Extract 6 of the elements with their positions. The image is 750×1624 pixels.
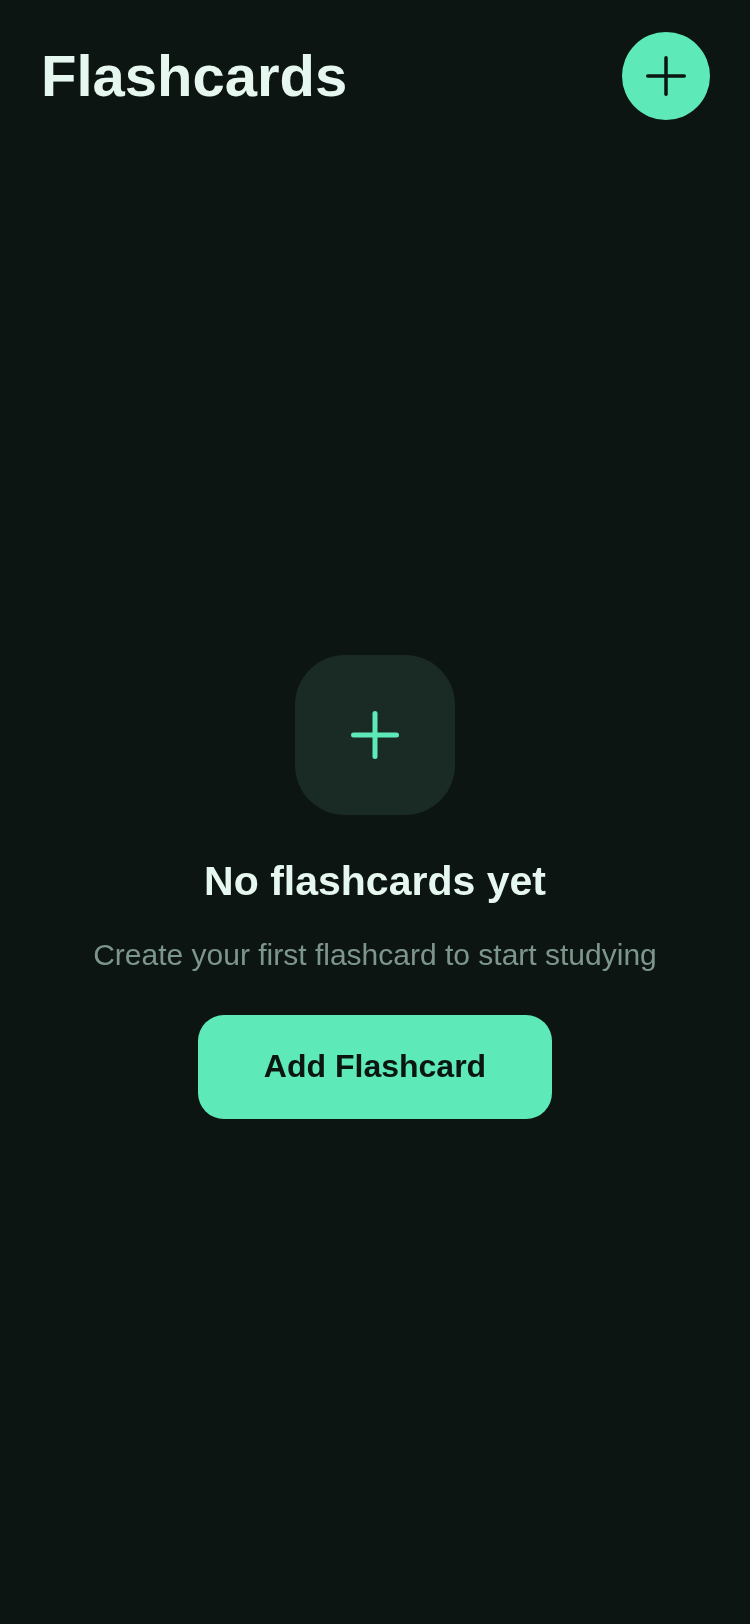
empty-state-title: No flashcards yet bbox=[204, 857, 546, 907]
page-title: Flashcards bbox=[41, 44, 348, 108]
add-flashcard-button[interactable]: Add Flashcard bbox=[198, 1014, 552, 1119]
empty-state-message: Create your first flashcard to start studying bbox=[93, 936, 657, 973]
plus-icon bbox=[646, 56, 686, 96]
plus-tile-icon bbox=[295, 655, 455, 816]
